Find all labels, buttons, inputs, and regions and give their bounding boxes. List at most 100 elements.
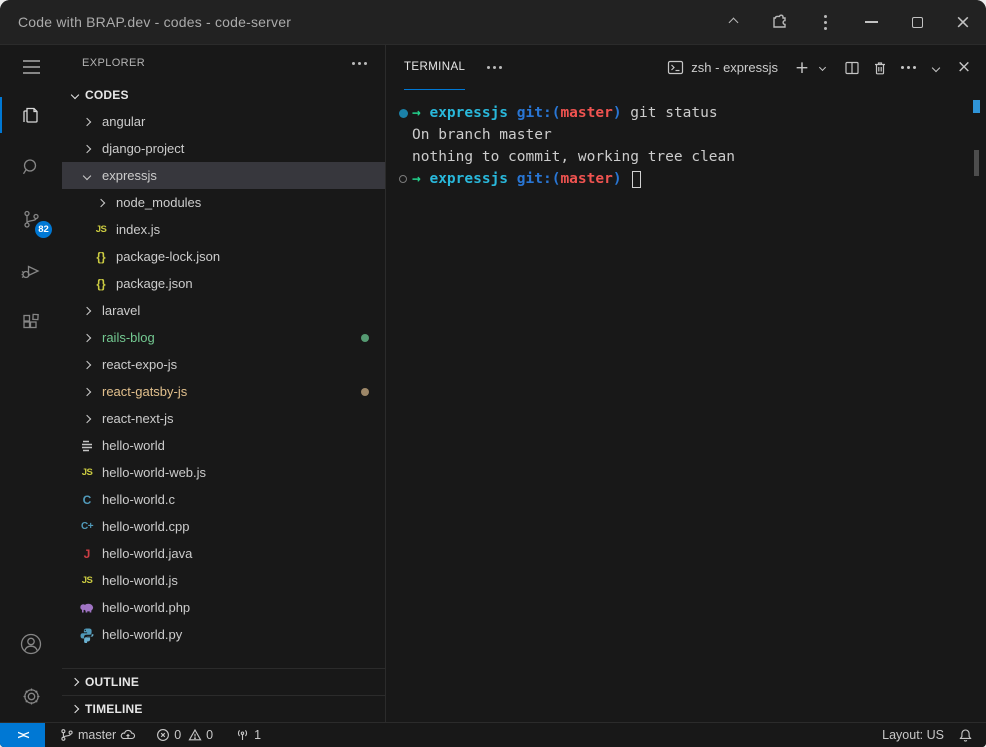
git-status-dot xyxy=(361,388,369,396)
tree-file-hello-world.cpp[interactable]: C+ hello-world.cpp xyxy=(62,513,385,540)
section-timeline[interactable]: TIMELINE xyxy=(62,695,385,722)
tree-item-label: node_modules xyxy=(116,195,201,210)
tree-file-hello-world[interactable]: hello-world xyxy=(62,432,385,459)
tree-folder-laravel[interactable]: laravel xyxy=(62,297,385,324)
keyboard-layout-status[interactable]: Layout: US xyxy=(875,723,951,747)
explorer-more-actions-icon[interactable] xyxy=(348,58,371,69)
tree-folder-react-next-js[interactable]: react-next-js xyxy=(62,405,385,432)
tree-file-package-lock.json[interactable]: {}package-lock.json xyxy=(62,243,385,270)
tree-item-label: hello-world.cpp xyxy=(102,519,189,534)
chevron-right-icon xyxy=(83,360,91,368)
launch-profile-chevron-icon[interactable] xyxy=(814,56,830,80)
command-decoration-default[interactable] xyxy=(399,175,407,183)
panel-actions: zsh - expressjs + × xyxy=(667,56,986,80)
php-file-icon xyxy=(79,600,95,616)
panel-header: TERMINAL zsh - expressjs + xyxy=(386,45,986,90)
tree-file-index.js[interactable]: JS index.js xyxy=(62,216,385,243)
warnings-icon xyxy=(188,728,202,742)
tree-folder-react-expo-js[interactable]: react-expo-js xyxy=(62,351,385,378)
source-control-icon[interactable]: 82 xyxy=(0,193,62,245)
search-icon[interactable] xyxy=(0,141,62,193)
tree-folder-rails-blog[interactable]: rails-blog xyxy=(62,324,385,351)
kill-terminal-icon[interactable] xyxy=(868,56,892,80)
tree-folder-angular[interactable]: angular xyxy=(62,108,385,135)
chevron-right-icon xyxy=(83,117,91,125)
code-server-window: Code with BRAP.dev - codes - code-server… xyxy=(0,0,986,747)
tree-file-hello-world-web.js[interactable]: JS hello-world-web.js xyxy=(62,459,385,486)
split-terminal-icon[interactable] xyxy=(840,56,864,80)
chevron-down-icon xyxy=(83,171,91,179)
tree-folder-expressjs[interactable]: expressjs xyxy=(62,162,385,189)
menu-icon[interactable] xyxy=(0,45,62,89)
tree-item-label: react-next-js xyxy=(102,411,174,426)
collapse-panel-chevron-icon[interactable] xyxy=(924,56,948,80)
chevron-right-icon xyxy=(83,387,91,395)
chevron-up-icon[interactable] xyxy=(710,0,756,44)
tree-item-label: react-gatsby-js xyxy=(102,384,187,399)
cpp-file-icon: C+ xyxy=(81,521,93,532)
activity-bar: 82 xyxy=(0,45,62,722)
json-file-icon: {} xyxy=(96,250,105,264)
explorer-icon[interactable] xyxy=(0,89,62,141)
run-and-debug-icon[interactable] xyxy=(0,245,62,297)
terminal-output[interactable]: → expressjs git:(master) git statusOn br… xyxy=(386,90,986,722)
tab-terminal[interactable]: TERMINAL xyxy=(404,45,465,90)
tree-folder-react-gatsby-js[interactable]: react-gatsby-js xyxy=(62,378,385,405)
terminal-text: nothing to commit, working tree clean xyxy=(412,146,735,168)
bell-icon xyxy=(958,728,973,743)
terminal-line: On branch master xyxy=(394,124,972,146)
error-count: 0 xyxy=(174,728,181,742)
tree-file-package.json[interactable]: {}package.json xyxy=(62,270,385,297)
tree-item-label: index.js xyxy=(116,222,160,237)
account-icon[interactable] xyxy=(0,618,62,670)
section-outline[interactable]: OUTLINE xyxy=(62,668,385,695)
notifications-bell[interactable] xyxy=(951,723,980,747)
tree-item-label: laravel xyxy=(102,303,140,318)
ports-status[interactable]: 1 xyxy=(228,723,268,747)
remote-icon: >< xyxy=(17,728,27,742)
tree-item-label: hello-world-web.js xyxy=(102,465,206,480)
js-file-icon: JS xyxy=(82,467,93,478)
chevron-right-icon xyxy=(97,198,105,206)
new-terminal-icon[interactable]: + xyxy=(790,56,814,80)
panel-more-actions-icon[interactable] xyxy=(896,56,920,80)
git-branch-status[interactable]: master xyxy=(53,723,143,747)
terminal-line: nothing to commit, working tree clean xyxy=(394,146,972,168)
close-panel-icon[interactable]: × xyxy=(952,56,976,80)
minimize-button[interactable] xyxy=(848,0,894,44)
tree-file-hello-world.py[interactable]: hello-world.py xyxy=(62,621,385,648)
tree-folder-django-project[interactable]: django-project xyxy=(62,135,385,162)
tree-item-label: hello-world.php xyxy=(102,600,190,615)
terminal-session-select[interactable]: zsh - expressjs xyxy=(667,59,778,76)
tree-item-label: hello-world.c xyxy=(102,492,175,507)
terminal-line: → expressjs git:(master) git status xyxy=(394,102,972,124)
settings-gear-icon[interactable] xyxy=(0,670,62,722)
command-decoration-success[interactable] xyxy=(399,109,408,118)
warning-count: 0 xyxy=(206,728,213,742)
tree-item-label: angular xyxy=(102,114,145,129)
terminal-text: master xyxy=(560,102,612,124)
tree-folder-node_modules[interactable]: node_modules xyxy=(62,189,385,216)
problems-status[interactable]: 0 0 xyxy=(149,723,220,747)
section-codes[interactable]: CODES xyxy=(62,81,385,108)
maximize-button[interactable] xyxy=(894,0,940,44)
browser-menu-icon[interactable] xyxy=(802,0,848,44)
tree-file-hello-world.java[interactable]: Jhello-world.java xyxy=(62,540,385,567)
status-bar: >< master 0 0 xyxy=(0,722,986,747)
panel-views-more-icon[interactable] xyxy=(483,62,506,73)
terminal-text: → xyxy=(412,102,429,124)
terminal-line: → expressjs git:(master) xyxy=(394,168,972,190)
remote-indicator[interactable]: >< xyxy=(0,723,45,747)
terminal-scrollbar[interactable] xyxy=(974,150,979,176)
close-button[interactable]: × xyxy=(940,0,986,44)
terminal-text: expressjs xyxy=(429,168,516,190)
terminal-tab-label: TERMINAL xyxy=(404,61,465,73)
browser-extensions-icon[interactable] xyxy=(756,0,802,44)
tree-file-hello-world.js[interactable]: JShello-world.js xyxy=(62,567,385,594)
extensions-icon[interactable] xyxy=(0,297,62,349)
tree-item-label: package.json xyxy=(116,276,193,291)
js-file-icon: JS xyxy=(96,224,107,235)
tree-file-hello-world.c[interactable]: Chello-world.c xyxy=(62,486,385,513)
tree-file-hello-world.php[interactable]: hello-world.php xyxy=(62,594,385,621)
overview-ruler-command-mark xyxy=(973,100,980,113)
